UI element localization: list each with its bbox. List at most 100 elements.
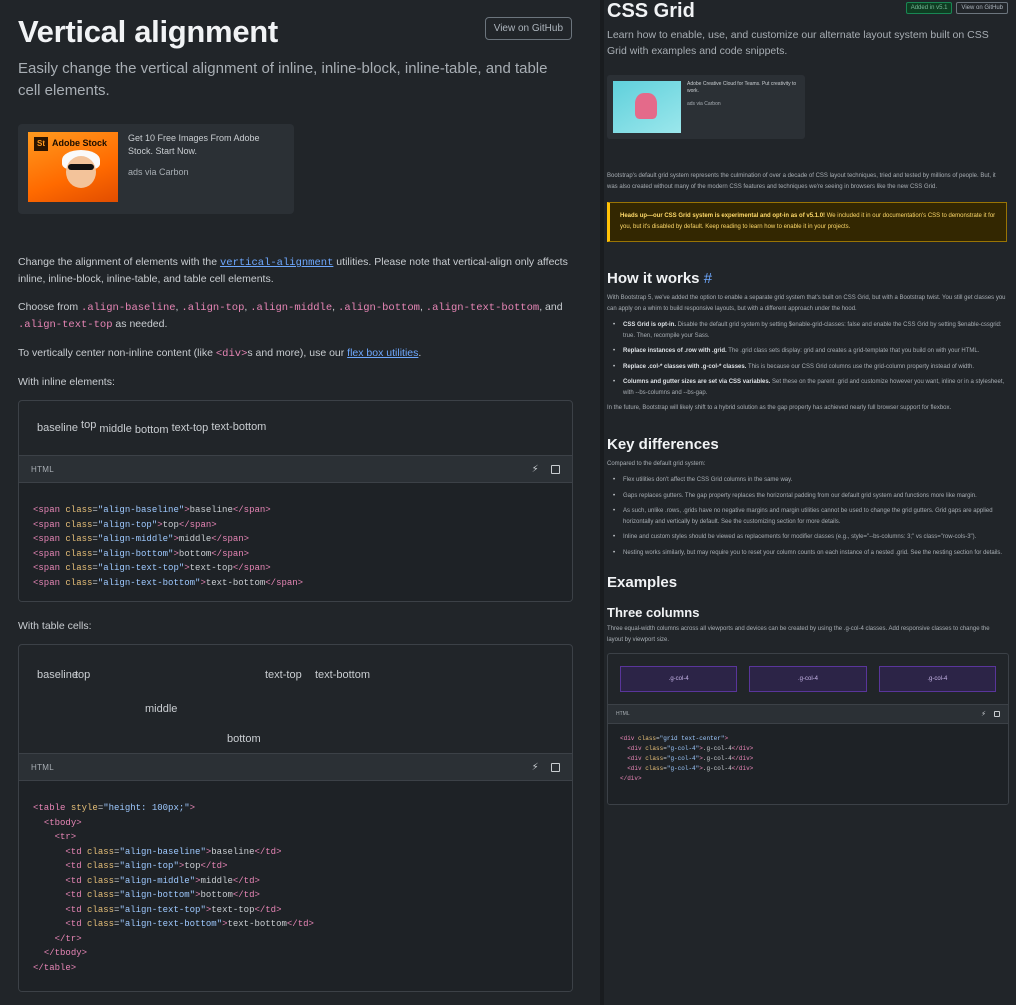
code-token: baseline [211, 846, 255, 857]
page-title: CSS Grid [607, 0, 695, 22]
code-token: class [645, 755, 664, 762]
code-token: text-bottom [205, 577, 266, 588]
code-token: class [65, 519, 93, 530]
code-token: top [162, 519, 179, 530]
copy-icon[interactable] [551, 464, 560, 474]
code-line: </tbody> [33, 946, 558, 961]
text: s and more), use our [247, 347, 348, 359]
code-token: text-top [189, 563, 233, 573]
stackblitz-icon[interactable]: ⚡ [532, 762, 539, 773]
ad-via[interactable]: ads via Carbon [128, 166, 284, 179]
key-list: Flex utilities don't affect the CSS Grid… [607, 475, 1007, 558]
code-align-text-top: .align-text-top [18, 319, 113, 331]
code-token: <td [65, 846, 88, 857]
code-token: class [65, 563, 93, 573]
code-line: <td class="align-bottom">bottom</td> [33, 888, 558, 903]
demo-text-top: text-top [171, 422, 209, 434]
ad-image[interactable]: St Adobe Stock [28, 132, 118, 202]
list-item: Columns and gutter sizes are set via CSS… [607, 377, 1007, 398]
code-token: class [65, 505, 93, 515]
code-line: <span class="align-top">top</span> [33, 518, 558, 533]
adobe-stock-logo-icon: St [34, 137, 48, 151]
text: Change the alignment of elements with th… [18, 256, 220, 268]
page-title: Vertical alignment [18, 14, 278, 49]
item-bold: Columns and gutter sizes are set via CSS… [623, 379, 771, 385]
paragraph-flex: To vertically center non-inline content … [18, 345, 578, 362]
demo-bottom: bottom [134, 424, 169, 436]
code-line: </tr> [33, 932, 558, 947]
text: Choose from [18, 301, 82, 313]
list-item: Flex utilities don't affect the CSS Grid… [607, 475, 1007, 486]
code-token: "grid text-center" [659, 735, 725, 742]
inline-demo: baseline top middle bottom text-top text… [19, 401, 572, 455]
code-token: "align-top" [97, 519, 158, 530]
item-bold: Replace instances of .row with .grid. [623, 348, 727, 354]
code-token: </table> [33, 962, 77, 973]
code-token: class [65, 534, 93, 544]
experimental-alert: Heads up—our CSS Grid system is experime… [607, 202, 1007, 242]
demo-top: top [81, 419, 97, 431]
code-token: <tbody> [43, 817, 82, 828]
code-token: "align-middle" [119, 875, 196, 886]
code-token: <div [627, 755, 646, 762]
ad-brand-name: Adobe Stock [52, 138, 108, 148]
inline-example: baseline top middle bottom text-top text… [18, 400, 573, 602]
vertical-alignment-link[interactable]: vertical-alignment [220, 257, 333, 269]
code-token: </td> [254, 904, 282, 915]
copy-icon[interactable] [551, 762, 560, 772]
stackblitz-icon[interactable]: ⚡ [981, 710, 986, 718]
code-token: <td [65, 890, 88, 900]
ad-via[interactable]: ads via Carbon [687, 101, 799, 108]
code-token: class [65, 548, 93, 559]
ad-image[interactable] [613, 81, 681, 133]
view-on-github-button[interactable]: View on GitHub [956, 2, 1008, 14]
code-line: <td class="align-top">top</td> [33, 859, 558, 874]
code-line: </table> [33, 961, 558, 976]
code-token: </span> [178, 519, 217, 530]
code-token: "align-middle" [97, 534, 174, 544]
code-token: </span> [232, 505, 271, 515]
anchor-link-icon[interactable]: # [704, 270, 712, 287]
list-item: Nesting works similarly, but may require… [607, 548, 1007, 559]
code-token: "align-text-top" [119, 904, 206, 915]
code-token: "align-baseline" [119, 846, 206, 857]
code-line: <td class="align-baseline">baseline</td> [33, 845, 558, 860]
intro-paragraph: Bootstrap's default grid system represen… [607, 173, 996, 190]
code-token: class [87, 919, 115, 929]
code-token: "align-bottom" [119, 890, 196, 900]
added-version-badge: Added in v5.1 [905, 2, 953, 14]
code-token: <td [65, 919, 88, 929]
code-token: <span [33, 563, 66, 573]
code-token: baseline [189, 505, 233, 515]
code-token: <div [627, 745, 646, 752]
code-token: <span [33, 577, 66, 588]
inline-code: <span class="align-baseline">baseline</s… [19, 483, 572, 601]
title-row: Vertical alignment View on GitHub [18, 12, 580, 50]
code-align-baseline: .align-baseline [81, 302, 176, 314]
copy-icon[interactable] [994, 711, 1000, 717]
list-item: Replace instances of .row with .grid. Th… [607, 346, 1007, 357]
code-token: </div> [731, 745, 754, 752]
carbon-ad[interactable]: St Adobe Stock Get 10 Free Images From A… [18, 124, 294, 214]
code-token: "align-text-bottom" [119, 919, 223, 929]
view-on-github-button[interactable]: View on GitHub [484, 17, 572, 40]
ad-text[interactable]: Get 10 Free Images From Adobe Stock. Sta… [128, 132, 284, 158]
three-columns-desc: Three equal-width columns across all vie… [607, 626, 990, 643]
page-lead: Easily change the vertical alignment of … [18, 60, 548, 99]
stackblitz-icon[interactable]: ⚡ [532, 464, 539, 475]
ad-text[interactable]: Adobe Creative Cloud for Teams. Put crea… [687, 81, 799, 95]
code-token: class [645, 745, 664, 752]
flex-box-utilities-link[interactable]: flex box utilities [347, 347, 418, 359]
paragraph-intro: Change the alignment of elements with th… [18, 254, 578, 287]
code-token: </div> [620, 775, 642, 782]
code-line: <span class="align-middle">middle</span> [33, 532, 558, 547]
ad-figure-glasses [68, 164, 94, 170]
carbon-ad[interactable]: Adobe Creative Cloud for Teams. Put crea… [607, 75, 805, 139]
table-example: baseline top middle bottom text-top text… [18, 644, 573, 992]
code-align-text-bottom: .align-text-bottom [425, 302, 540, 314]
demo-middle: middle [99, 423, 132, 435]
code-language: HTML [616, 711, 630, 717]
